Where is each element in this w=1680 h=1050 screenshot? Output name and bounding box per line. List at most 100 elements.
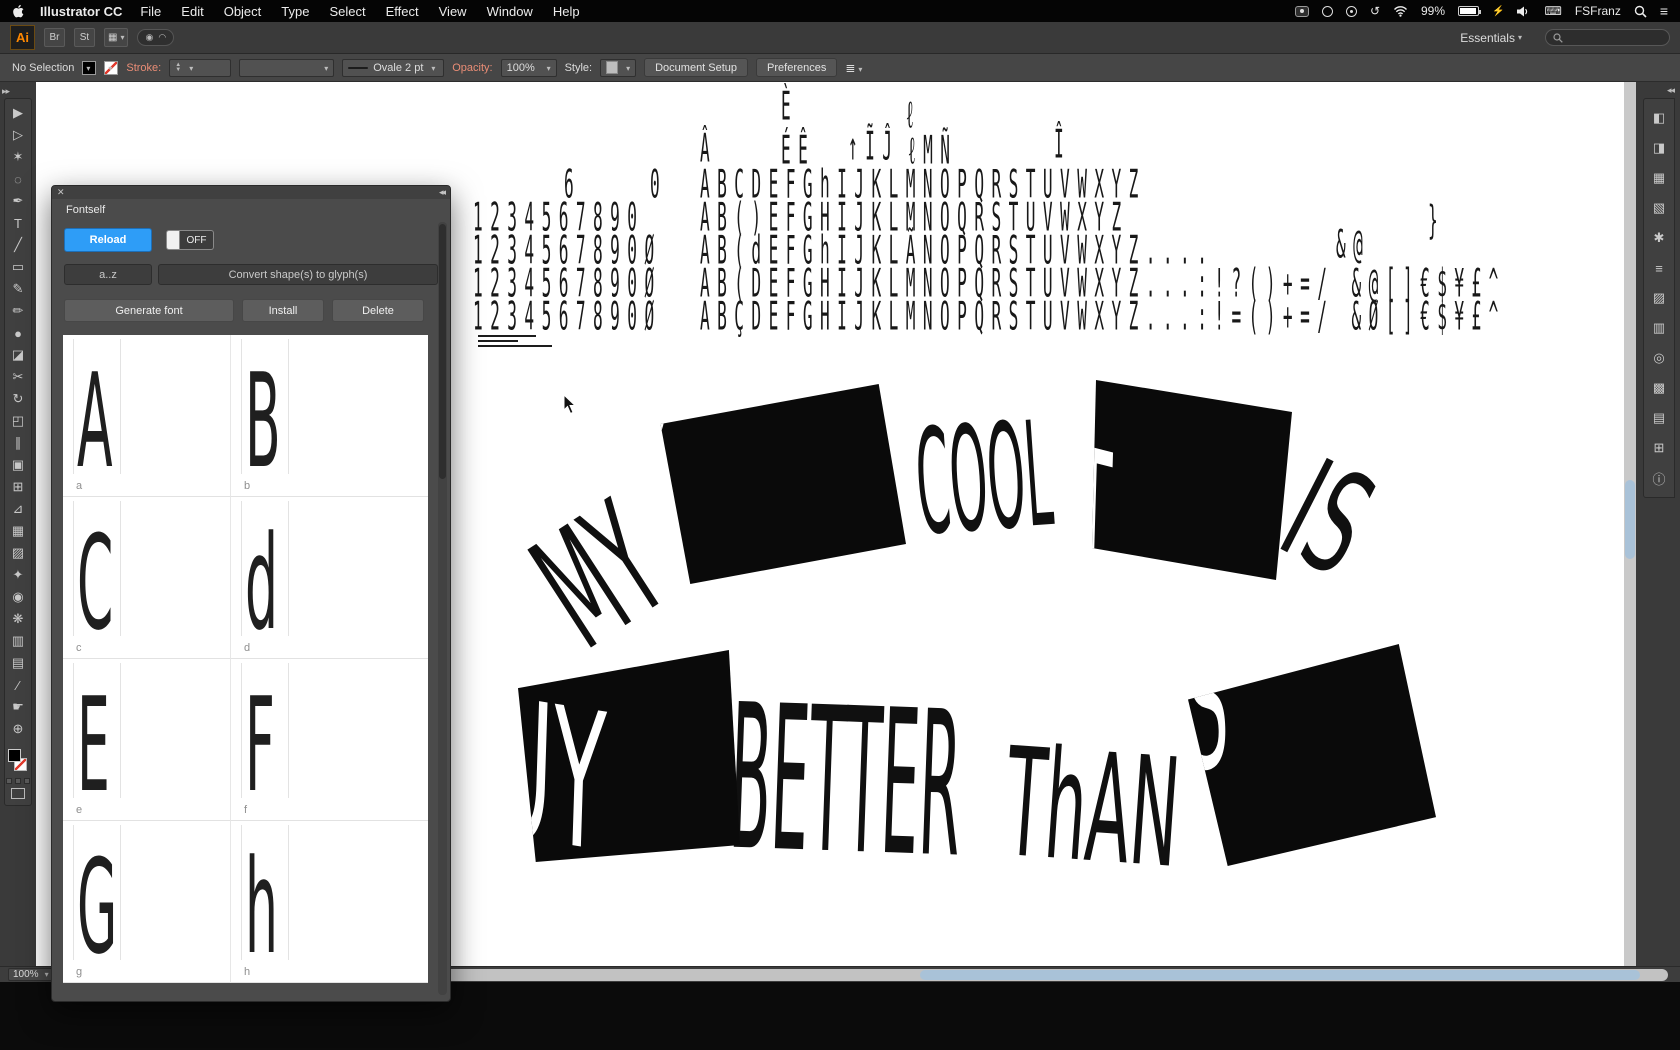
- eraser-tool[interactable]: ◪: [5, 344, 31, 366]
- zoom-tool[interactable]: ⊕: [5, 718, 31, 740]
- draw-normal-button[interactable]: [6, 778, 12, 784]
- magic-wand-tool[interactable]: ✶: [5, 146, 31, 168]
- install-button[interactable]: Install: [242, 299, 324, 322]
- layers-panel-icon[interactable]: ▤: [1644, 407, 1674, 429]
- status-dot-icon[interactable]: [1346, 6, 1357, 17]
- paintbrush-tool[interactable]: ✎: [5, 278, 31, 300]
- artwork-glyph-row[interactable]: ↑ĨĴ: [848, 128, 899, 167]
- appearance-panel-icon[interactable]: ◎: [1644, 347, 1674, 369]
- selection-tool[interactable]: ▶: [5, 102, 31, 124]
- glyph-cell-e[interactable]: Ee: [63, 659, 231, 821]
- volume-icon[interactable]: [1517, 6, 1531, 17]
- menu-help[interactable]: Help: [553, 4, 580, 19]
- notification-center-icon[interactable]: ≡: [1660, 3, 1668, 19]
- screen-recorder-icon[interactable]: [1295, 6, 1309, 17]
- blend-tool[interactable]: ◉: [5, 586, 31, 608]
- fill-color-swatch[interactable]: [8, 749, 21, 762]
- fill-stroke-indicator[interactable]: [5, 746, 31, 776]
- gradient-panel-icon[interactable]: ▨: [1644, 287, 1674, 309]
- panel-scroll-thumb[interactable]: [439, 224, 446, 479]
- time-machine-icon[interactable]: ↺: [1370, 4, 1380, 18]
- off-toggle[interactable]: OFF: [166, 230, 214, 250]
- color-guide-panel-icon[interactable]: ◨: [1644, 137, 1674, 159]
- gpu-performance-pill[interactable]: ◉◠: [137, 29, 174, 46]
- shape-builder-tool[interactable]: ⊞: [5, 476, 31, 498]
- width-profile-combo[interactable]: [239, 59, 334, 77]
- blob-brush-tool[interactable]: ●: [5, 322, 31, 344]
- menu-select[interactable]: Select: [329, 4, 365, 19]
- generate-font-button[interactable]: Generate font: [64, 299, 234, 322]
- style-combo[interactable]: [600, 59, 636, 77]
- gradient-tool[interactable]: ▨: [5, 542, 31, 564]
- slice-tool[interactable]: ∕: [5, 674, 31, 696]
- symbol-sprayer-tool[interactable]: ❋: [5, 608, 31, 630]
- preferences-button[interactable]: Preferences: [756, 58, 837, 77]
- brushes-panel-icon[interactable]: ▧: [1644, 197, 1674, 219]
- fill-swatch[interactable]: [82, 61, 96, 75]
- bridge-button[interactable]: Br: [44, 28, 65, 47]
- menu-edit[interactable]: Edit: [181, 4, 203, 19]
- collapse-dock-icon[interactable]: ◂◂: [1667, 85, 1674, 96]
- glyph-cell-c[interactable]: Cc: [63, 497, 231, 659]
- menu-object[interactable]: Object: [224, 4, 262, 19]
- menu-file[interactable]: File: [140, 4, 161, 19]
- user-menu[interactable]: FSFranz: [1575, 4, 1621, 18]
- stroke-swatch[interactable]: [104, 61, 118, 75]
- artwork-glyph-row[interactable]: }: [1428, 202, 1445, 241]
- align-options-button[interactable]: ≣: [845, 61, 862, 75]
- pencil-tool[interactable]: ✏: [5, 300, 31, 322]
- screen-mode-button[interactable]: [11, 788, 25, 799]
- pen-tool[interactable]: ✒: [5, 190, 31, 212]
- menu-effect[interactable]: Effect: [386, 4, 419, 19]
- artwork-glyph-row[interactable]: 0: [650, 166, 667, 205]
- convert-to-glyphs-button[interactable]: Convert shape(s) to glyph(s): [158, 264, 438, 285]
- artwork-glyph-row[interactable]: &@: [1336, 226, 1370, 265]
- delete-button[interactable]: Delete: [332, 299, 424, 322]
- stroke-link[interactable]: Stroke:: [126, 62, 161, 74]
- menu-type[interactable]: Type: [281, 4, 309, 19]
- battery-icon[interactable]: [1458, 6, 1479, 16]
- fontself-panel-header[interactable]: ✕ ◂◂: [52, 186, 450, 199]
- scissors-tool[interactable]: ✂: [5, 366, 31, 388]
- draw-inside-button[interactable]: [24, 778, 30, 784]
- opacity-combo[interactable]: 100%: [501, 59, 557, 77]
- glyph-cell-b[interactable]: Bb: [231, 335, 428, 497]
- arrange-documents-button[interactable]: ▦: [104, 28, 128, 47]
- info-panel-icon[interactable]: ⓘ: [1644, 467, 1674, 489]
- canvas-vertical-scrollbar[interactable]: [1624, 82, 1636, 966]
- document-setup-button[interactable]: Document Setup: [644, 58, 748, 77]
- workspace-switcher[interactable]: Essentials: [1460, 31, 1522, 45]
- artboard-tool[interactable]: ▤: [5, 652, 31, 674]
- column-graph-tool[interactable]: ▥: [5, 630, 31, 652]
- stroke-panel-icon[interactable]: ≡: [1644, 257, 1674, 279]
- scale-tool[interactable]: ◰: [5, 410, 31, 432]
- menu-window[interactable]: Window: [487, 4, 533, 19]
- artwork-banner-font[interactable]: FONT: [1092, 380, 1292, 580]
- keyboard-input-icon[interactable]: ⌨: [1544, 4, 1561, 18]
- color-panel-icon[interactable]: ◧: [1644, 107, 1674, 129]
- artboards-panel-icon[interactable]: ⊞: [1644, 437, 1674, 459]
- panel-scrollbar[interactable]: [438, 222, 447, 995]
- eyedropper-tool[interactable]: ✦: [5, 564, 31, 586]
- zoom-combo[interactable]: 100%: [8, 968, 54, 981]
- reload-button[interactable]: Reload: [64, 228, 152, 252]
- type-tool[interactable]: T: [5, 212, 31, 234]
- mesh-tool[interactable]: ▦: [5, 520, 31, 542]
- swatches-panel-icon[interactable]: ▦: [1644, 167, 1674, 189]
- direct-selection-tool[interactable]: ▷: [5, 124, 31, 146]
- close-icon[interactable]: ✕: [57, 187, 65, 198]
- draw-behind-button[interactable]: [15, 778, 21, 784]
- stroke-weight-stepper[interactable]: ▲▼: [175, 63, 181, 73]
- vertical-scroll-thumb[interactable]: [1625, 480, 1635, 560]
- artwork-glyph-row[interactable]: È: [781, 88, 798, 127]
- expand-panel-icon[interactable]: ▸▸: [2, 86, 9, 97]
- artwork-banner-muy[interactable]: MUY: [518, 650, 740, 862]
- status-ring-icon[interactable]: [1322, 6, 1333, 17]
- rectangle-tool[interactable]: ▭: [5, 256, 31, 278]
- artwork-glyph-row[interactable]: ABÇDEFGHIJKLMNOPQRSTUVWXYZ...:!=()+=/ &Ø…: [700, 298, 1506, 337]
- spotlight-icon[interactable]: [1634, 5, 1647, 18]
- stock-button[interactable]: St: [74, 28, 95, 47]
- rotate-tool[interactable]: ↻: [5, 388, 31, 410]
- width-tool[interactable]: ∥: [5, 432, 31, 454]
- canvas-horizontal-scrollbar[interactable]: [256, 969, 1668, 981]
